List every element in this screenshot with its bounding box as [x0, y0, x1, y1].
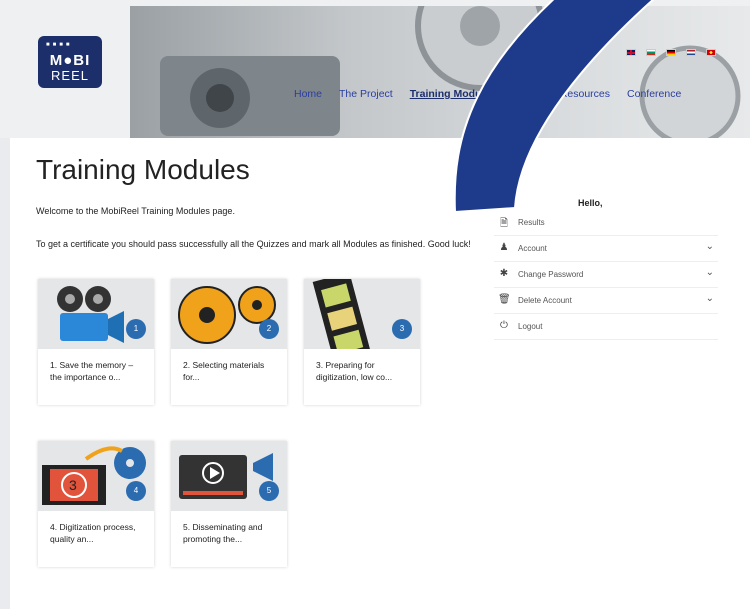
module-caption: 3. Preparing for digitization, low co...	[316, 360, 393, 382]
flag-uk-icon[interactable]	[626, 49, 636, 56]
flag-macedonia-icon[interactable]	[706, 49, 716, 56]
language-flags	[626, 49, 716, 56]
power-icon: ⏻	[500, 320, 508, 331]
sidebar-item-label: Change Password	[518, 270, 584, 279]
module-number-badge: 1	[126, 319, 146, 339]
flag-netherlands-icon[interactable]	[686, 49, 696, 56]
logo-text-bottom: REEL	[51, 68, 89, 83]
module-card-5[interactable]: 5 5. Disseminating and promoting the...	[171, 441, 287, 567]
site-header: ■■■■ M●BI REEL Home The Project Training…	[0, 0, 750, 138]
intro-text: Welcome to the MobiReel Training Modules…	[36, 206, 235, 216]
sidebar-item-logout[interactable]: ⏻ Logout	[494, 314, 718, 340]
sidebar-item-results[interactable]: 🗎 Results	[494, 210, 718, 236]
content-panel: Training Modules Welcome to the MobiReel…	[10, 138, 750, 609]
chevron-down-icon[interactable]: ⌄	[706, 267, 714, 278]
header-hero-image	[130, 0, 750, 138]
nav-the-project[interactable]: The Project	[339, 88, 393, 100]
chevron-down-icon[interactable]: ⌄	[706, 293, 714, 304]
module-card-3[interactable]: 3 3. Preparing for digitization, low co.…	[304, 279, 420, 405]
module-number-badge: 3	[392, 319, 412, 339]
module-number-badge: 5	[259, 481, 279, 501]
projector-illustration	[160, 0, 741, 138]
user-icon: ♟	[499, 242, 509, 253]
document-icon: 🗎	[499, 218, 509, 229]
module-caption: 5. Disseminating and promoting the...	[183, 522, 263, 544]
page-title: Training Modules	[36, 154, 250, 185]
nav-resources[interactable]: Resources	[560, 88, 610, 100]
module-card-1[interactable]: 1 1. Save the memory – the importance o.…	[38, 279, 154, 405]
asterisk-icon: ✱	[499, 268, 509, 279]
svg-text:3: 3	[69, 477, 77, 493]
module-caption: 4. Digitization process, quality an...	[50, 522, 136, 544]
sidebar-item-label: Account	[518, 244, 547, 253]
nav-cases[interactable]: Cases	[513, 88, 543, 100]
greeting: Hello,	[578, 198, 603, 208]
nav-training-modules[interactable]: Training Modules	[410, 88, 496, 100]
sidebar-item-label: Logout	[518, 322, 543, 331]
chevron-down-icon[interactable]: ⌄	[706, 241, 714, 252]
module-caption: 2. Selecting materials for...	[183, 360, 265, 382]
certificate-text: To get a certificate you should pass suc…	[36, 239, 471, 249]
nav-home[interactable]: Home	[294, 88, 322, 100]
module-card-2[interactable]: 2 2. Selecting materials for...	[171, 279, 287, 405]
module-caption: 1. Save the memory – the importance o...	[50, 360, 134, 382]
sidebar-item-label: Delete Account	[518, 296, 572, 305]
nav-conference[interactable]: Conference	[627, 88, 681, 100]
module-card-4[interactable]: 3 4 4. Digitization process, quality an.…	[38, 441, 154, 567]
sidebar-item-account[interactable]: ♟ Account ⌄	[494, 236, 718, 262]
sidebar-item-label: Results	[518, 218, 545, 227]
sidebar-item-change-password[interactable]: ✱ Change Password ⌄	[494, 262, 718, 288]
flag-bulgaria-icon[interactable]	[646, 49, 656, 56]
main-nav: Home The Project Training Modules Cases …	[294, 88, 681, 100]
logo-text-top: M●BI	[49, 52, 91, 69]
module-number-badge: 4	[126, 481, 146, 501]
mobireel-logo[interactable]: ■■■■ M●BI REEL	[38, 36, 102, 88]
flag-germany-icon[interactable]	[666, 49, 676, 56]
sidebar-item-delete-account[interactable]: 🗑 Delete Account ⌄	[494, 288, 718, 314]
module-number-badge: 2	[259, 319, 279, 339]
trash-icon: 🗑	[498, 294, 511, 305]
